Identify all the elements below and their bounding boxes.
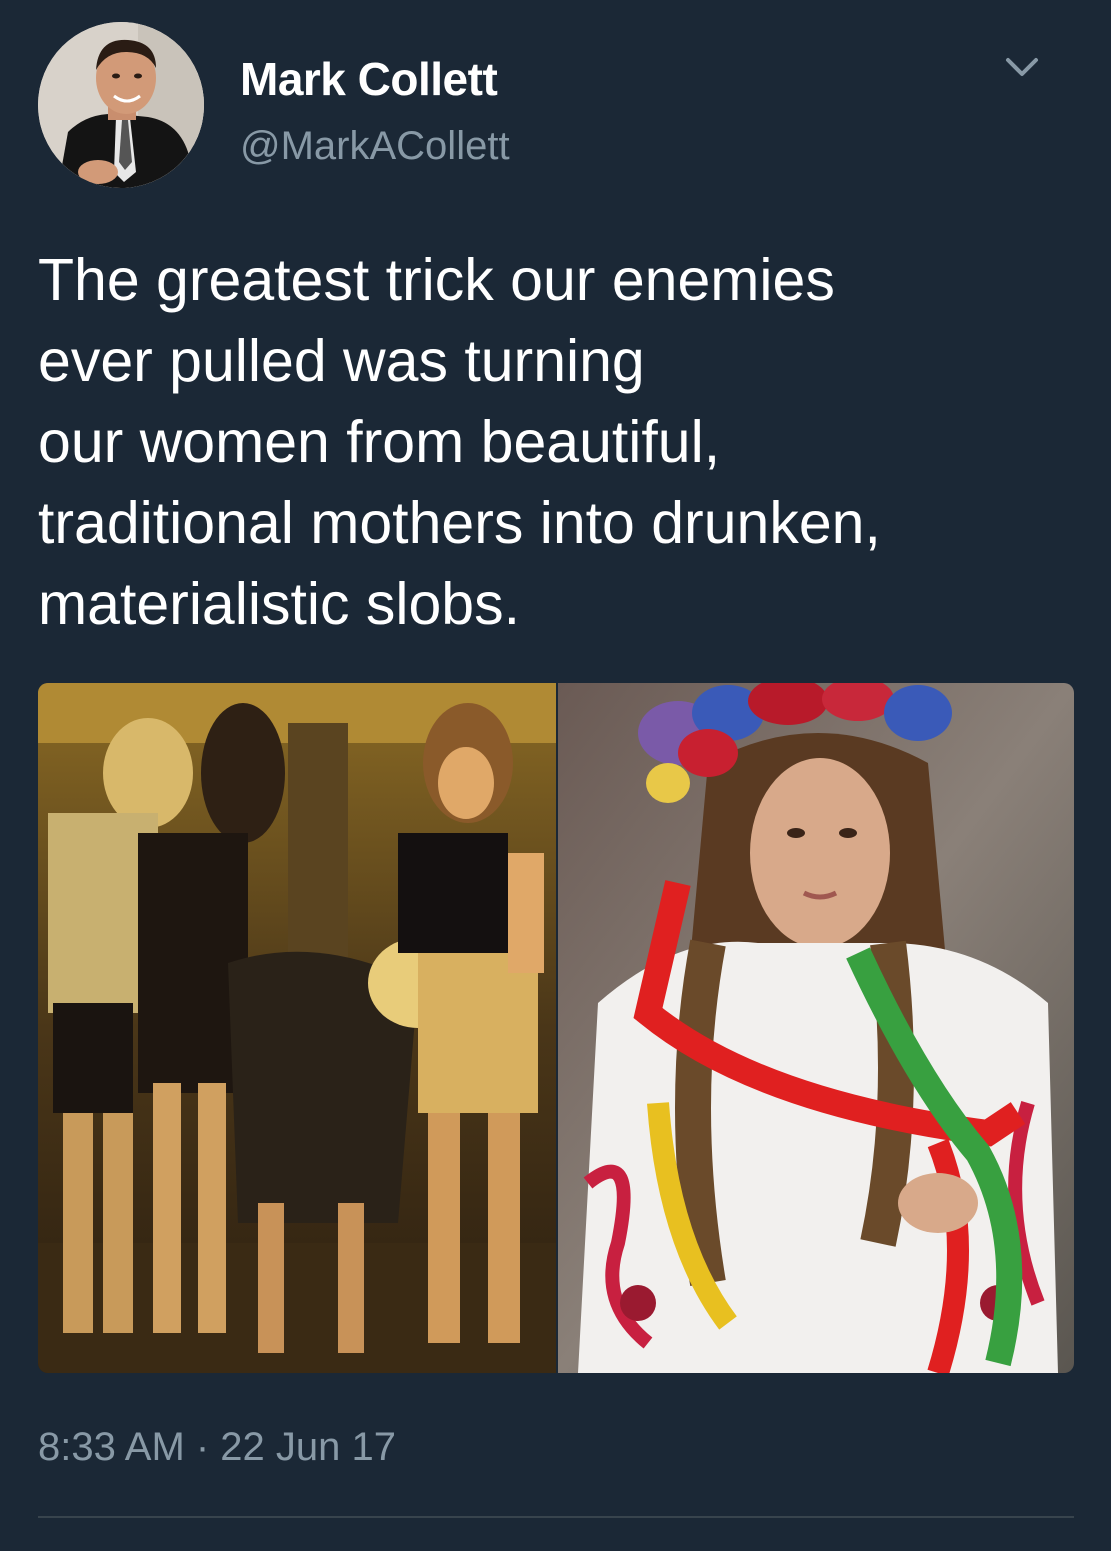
author-handle[interactable]: @MarkACollett [240, 124, 510, 169]
tweet-card: Mark Collett @MarkACollett The greatest … [0, 0, 1111, 1551]
tweet-timestamp[interactable]: 8:33 AM · 22 Jun 17 [38, 1425, 396, 1470]
tweet-photo-right[interactable] [558, 683, 1074, 1373]
tweet-media[interactable] [38, 683, 1074, 1373]
author-display-name[interactable]: Mark Collett [240, 52, 498, 106]
tweet-photo-left[interactable] [38, 683, 556, 1373]
chevron-down-icon[interactable] [1000, 50, 1044, 86]
tweet-text: The greatest trick our enemies ever pull… [38, 247, 881, 637]
divider [38, 1516, 1074, 1518]
avatar[interactable] [38, 22, 204, 188]
